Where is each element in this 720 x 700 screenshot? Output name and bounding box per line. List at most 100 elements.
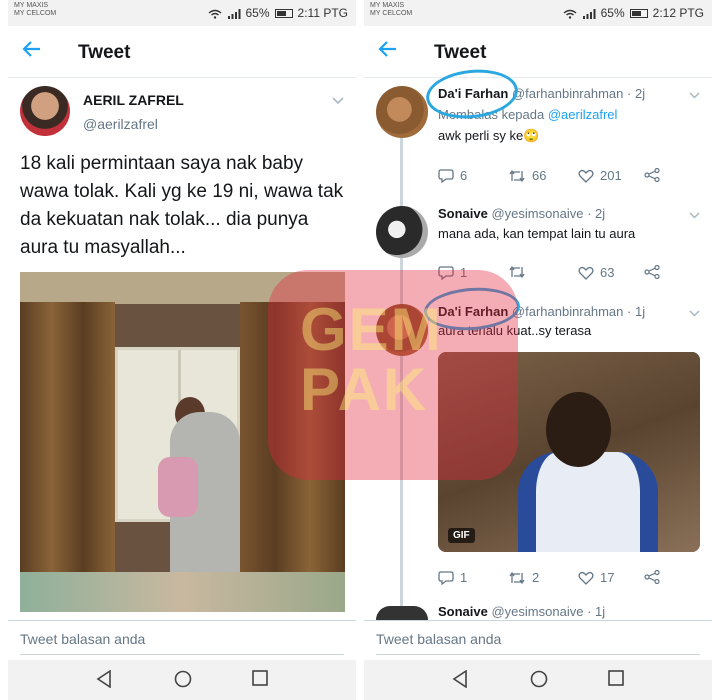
retweet-count: 66: [532, 168, 547, 183]
separator: ·: [587, 604, 592, 619]
reply-text: mana ada, kan tempat lain tu aura: [438, 226, 636, 241]
reply-count: 1: [460, 570, 468, 585]
battery-icon: [629, 8, 648, 18]
nav-home-icon[interactable]: [530, 670, 548, 693]
retweet-icon: [509, 265, 525, 279]
timestamp: 1j: [595, 604, 606, 619]
carrier-2: MY CELCOM: [370, 10, 413, 17]
reply-to-link[interactable]: @aerilzafrel: [548, 107, 618, 122]
like-icon: [578, 266, 594, 280]
avatar[interactable]: [376, 86, 428, 138]
retweet-button[interactable]: [508, 265, 532, 279]
share-icon: [644, 168, 660, 182]
author-handle[interactable]: @yesimsonaive: [491, 206, 583, 221]
reply-underline: [376, 654, 700, 655]
wifi-icon: [208, 8, 222, 19]
reply-placeholder[interactable]: Tweet balasan anda: [376, 631, 501, 647]
retweet-count: 2: [532, 570, 540, 585]
share-button[interactable]: [644, 570, 660, 584]
nav-home-icon[interactable]: [174, 670, 192, 693]
back-arrow-icon[interactable]: [22, 38, 42, 66]
carrier-label: MY MAXIS MY CELCOM: [370, 2, 412, 18]
carrier-1: MY MAXIS: [14, 2, 49, 9]
avatar[interactable]: [376, 206, 428, 258]
reply-icon: [438, 169, 454, 183]
like-button[interactable]: 17: [578, 570, 614, 585]
carrier-1: MY MAXIS: [370, 2, 405, 9]
retweet-button[interactable]: 2: [508, 570, 539, 585]
author-handle[interactable]: @farhanbinrahman: [512, 304, 623, 319]
photo-baby: [158, 457, 198, 517]
chevron-down-icon[interactable]: [689, 90, 700, 102]
chevron-down-icon[interactable]: [689, 210, 700, 222]
tweet-text: 18 kali permintaan saya nak baby wawa to…: [20, 153, 344, 258]
reply-button[interactable]: 1: [438, 570, 467, 585]
timestamp: 1j: [634, 304, 646, 319]
android-nav-bar: [364, 660, 712, 700]
watermark-line-1: GEM: [300, 296, 443, 363]
carrier-2: MY CELCOM: [14, 10, 57, 17]
reply-button[interactable]: 6: [438, 168, 467, 183]
retweet-button[interactable]: 66: [508, 168, 546, 183]
avatar[interactable]: [20, 86, 70, 136]
tweet-actions: 6 66 201: [438, 168, 700, 186]
reply-author[interactable]: Sonaive @yesimsonaive · 2j: [438, 206, 605, 221]
nav-back-icon[interactable]: [452, 669, 468, 693]
author-handle[interactable]: @aerilzafrel: [83, 116, 158, 132]
battery-percent: 65%: [245, 6, 270, 20]
author-handle[interactable]: @yesimsonaive: [491, 604, 583, 619]
author-name[interactable]: Sonaive: [438, 604, 488, 619]
timestamp: 2j: [595, 206, 606, 221]
android-nav-bar: [8, 660, 356, 700]
back-arrow-icon[interactable]: [378, 38, 398, 66]
nav-back-icon[interactable]: [96, 669, 112, 693]
reply-placeholder[interactable]: Tweet balasan anda: [20, 631, 145, 647]
like-count: 201: [600, 168, 622, 183]
status-bar: MY MAXIS MY CELCOM 65% 2:11 PTG: [8, 0, 356, 26]
reply-count: 6: [460, 168, 468, 183]
watermark-text: GEM PAK: [300, 300, 443, 420]
carrier-label: MY MAXIS MY CELCOM: [14, 2, 56, 18]
reply-author-partial[interactable]: Sonaive @yesimsonaive · 1j: [438, 604, 605, 619]
reply-icon: [438, 571, 454, 585]
avatar[interactable]: [376, 606, 428, 620]
like-count: 63: [600, 265, 615, 280]
chevron-down-icon[interactable]: [689, 308, 700, 320]
clock: 2:11 PTG: [297, 6, 348, 20]
separator: ·: [627, 304, 632, 319]
battery-percent: 65%: [600, 6, 625, 20]
status-bar: MY MAXIS MY CELCOM 65% 2:12 PTG: [364, 0, 712, 26]
author-name[interactable]: Sonaive: [438, 206, 488, 221]
app-bar: Tweet: [8, 26, 356, 78]
share-button[interactable]: [644, 265, 660, 279]
like-icon: [578, 571, 594, 585]
clock: 2:12 PTG: [652, 6, 704, 20]
wifi-icon: [563, 8, 577, 19]
gif-badge: GIF: [448, 528, 475, 543]
photo-bed: [20, 572, 345, 612]
like-count: 17: [600, 570, 615, 585]
like-button[interactable]: 63: [578, 265, 614, 280]
page-title: Tweet: [78, 42, 131, 63]
photo-curtain-left: [20, 302, 115, 602]
status-indicators: 65% 2:11 PTG: [208, 6, 348, 20]
signal-icon: [582, 8, 596, 19]
share-button[interactable]: [644, 168, 660, 182]
watermark-line-2: PAK: [300, 356, 429, 423]
gif-child-head: [546, 392, 611, 467]
author-name[interactable]: AERIL ZAFREL: [83, 92, 184, 108]
signal-icon: [227, 8, 241, 19]
nav-recents-icon[interactable]: [608, 670, 624, 691]
author-handle[interactable]: @farhanbinrahman: [512, 86, 623, 101]
tweet-actions: 1 2 17: [438, 570, 700, 588]
chevron-down-icon[interactable]: [332, 94, 344, 108]
retweet-icon: [509, 571, 525, 584]
battery-icon: [274, 8, 293, 18]
like-button[interactable]: 201: [578, 168, 622, 183]
gif-child-body: [518, 452, 658, 552]
retweet-icon: [509, 169, 525, 182]
page-title: Tweet: [434, 42, 487, 63]
nav-recents-icon[interactable]: [252, 670, 268, 691]
app-bar: Tweet: [364, 26, 712, 78]
timestamp: 2j: [634, 86, 646, 101]
